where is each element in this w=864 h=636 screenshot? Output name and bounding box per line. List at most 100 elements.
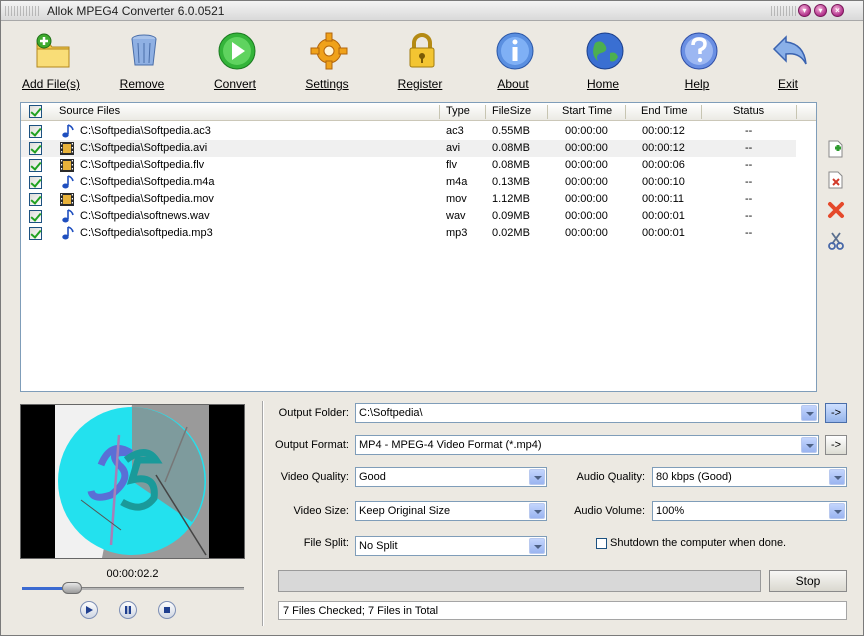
column-filesize[interactable]: FileSize [492,105,531,117]
column-source-files[interactable]: Source Files [59,105,120,117]
column-end-time[interactable]: End Time [641,105,687,117]
video-quality-select[interactable]: Good [355,467,547,487]
exit-arrow-icon [772,35,807,65]
table-row[interactable]: C:\Softpedia\Softpedia.m4a m4a 0.13MB 00:00… [21,174,796,191]
chevron-down-icon[interactable] [529,538,545,554]
music-note-icon [62,175,74,189]
chevron-down-icon[interactable] [829,503,845,519]
table-row[interactable]: C:\Softpedia\softnews.wav wav 0.09MB 00:00:… [21,208,796,225]
table-row[interactable]: C:\Softpedia\Softpedia.ac3 ac3 0.55MB 00:00… [21,123,796,140]
register-button[interactable]: Register [385,25,455,95]
close-button[interactable]: × [831,4,844,17]
output-format-value: MP4 - MPEG-4 Video Format (*.mp4) [359,439,542,451]
chevron-down-icon[interactable] [801,405,817,421]
row-checkbox[interactable] [29,210,42,223]
cell-type: m4a [446,176,468,188]
column-start-time[interactable]: Start Time [562,105,612,117]
chevron-down-icon[interactable] [801,437,817,453]
add-folder-icon [36,33,70,68]
music-note-icon [62,124,74,138]
row-checkbox[interactable] [29,193,42,206]
film-strip-icon [60,159,74,172]
title-grip-left [5,6,39,16]
format-options-button[interactable]: -> [825,435,847,455]
settings-button[interactable]: Settings [292,25,362,95]
video-size-select[interactable]: Keep Original Size [355,501,547,521]
table-row[interactable]: C:\Softpedia\Softpedia.avi avi 0.08MB 00:00… [21,140,796,157]
about-button[interactable]: About [478,25,548,95]
row-checkbox[interactable] [29,142,42,155]
stop-preview-button[interactable] [158,601,176,619]
convert-button[interactable]: Convert [200,25,270,95]
exit-label: Exit [777,77,798,91]
output-folder-field[interactable]: C:\Softpedia\ [355,403,819,423]
add-item-icon[interactable] [827,140,845,158]
select-all-checkbox[interactable] [29,105,42,118]
row-checkbox[interactable] [29,176,42,189]
music-note-icon [62,226,74,240]
cell-start-time: 00:00:00 [565,159,608,171]
home-button[interactable]: Home [568,25,638,95]
add-files-button[interactable]: Add File(s) [16,25,86,95]
cell-source-file: C:\Softpedia\Softpedia.avi [80,142,208,154]
row-checkbox[interactable] [29,159,42,172]
cell-type: mov [446,193,467,205]
cell-start-time: 00:00:00 [565,176,608,188]
audio-quality-label: Audio Quality: [576,471,645,483]
title-bar[interactable]: Allok MPEG4 Converter 6.0.0521 ▾ ▾ × [1,1,863,21]
trash-can-icon [131,34,157,66]
film-strip-icon [60,142,74,155]
table-row[interactable]: C:\Softpedia\softpedia.mp3 mp3 0.02MB 00:00… [21,225,796,242]
cell-filesize: 0.08MB [492,159,530,171]
cell-type: mp3 [446,227,468,239]
help-button[interactable]: Help [662,25,732,95]
file-split-select[interactable]: No Split [355,536,547,556]
browse-folder-button[interactable]: -> [825,403,847,423]
row-checkbox[interactable] [29,125,42,138]
output-format-select[interactable]: MP4 - MPEG-4 Video Format (*.mp4) [355,435,819,455]
table-row[interactable]: C:\Softpedia\Softpedia.flv flv 0.08MB 00:00… [21,157,796,174]
status-text: 7 Files Checked; 7 Files in Total [283,605,439,617]
output-format-label: Output Format: [275,439,349,451]
chevron-down-icon[interactable] [529,469,545,485]
play-icon [86,606,93,614]
play-button[interactable] [80,601,98,619]
cell-status: -- [745,159,753,171]
cell-filesize: 0.08MB [492,142,530,154]
output-folder-value: C:\Softpedia\ [359,407,423,419]
audio-quality-select[interactable]: 80 kbps (Good) [652,467,847,487]
cell-filesize: 0.09MB [492,210,530,222]
title-grip-right [771,6,797,16]
cell-source-file: C:\Softpedia\softnews.wav [80,210,210,222]
status-bar: 7 Files Checked; 7 Files in Total [278,601,847,620]
pause-button[interactable] [119,601,137,619]
minimize-button[interactable]: ▾ [798,4,811,17]
column-status[interactable]: Status [733,105,764,117]
cut-scissors-icon[interactable] [827,232,845,250]
chevron-down-icon[interactable] [529,503,545,519]
audio-volume-label: Audio Volume: [574,505,645,517]
stop-button[interactable]: Stop [769,570,847,592]
cell-start-time: 00:00:00 [565,125,608,137]
table-row[interactable]: C:\Softpedia\Softpedia.mov mov 1.12MB 00:00… [21,191,796,208]
file-list[interactable]: Source Files Type FileSize Start Time En… [20,102,817,392]
delete-x-icon[interactable] [827,201,845,219]
audio-volume-select[interactable]: 100% [652,501,847,521]
exit-button[interactable]: Exit [753,25,823,95]
shutdown-checkbox[interactable] [596,538,607,549]
maximize-button[interactable]: ▾ [814,4,827,17]
column-type[interactable]: Type [446,105,470,117]
audio-volume-value: 100% [656,505,685,517]
play-green-icon [218,32,256,70]
seek-slider-thumb[interactable] [62,582,83,594]
shutdown-label: Shutdown the computer when done. [610,537,787,549]
row-checkbox[interactable] [29,227,42,240]
cell-status: -- [745,142,753,154]
cell-status: -- [745,227,753,239]
column-divider [701,105,702,119]
home-label: Home [586,77,619,91]
remove-item-icon[interactable] [827,171,845,189]
file-split-value: No Split [359,540,398,552]
remove-button[interactable]: Remove [107,25,177,95]
chevron-down-icon[interactable] [829,469,845,485]
